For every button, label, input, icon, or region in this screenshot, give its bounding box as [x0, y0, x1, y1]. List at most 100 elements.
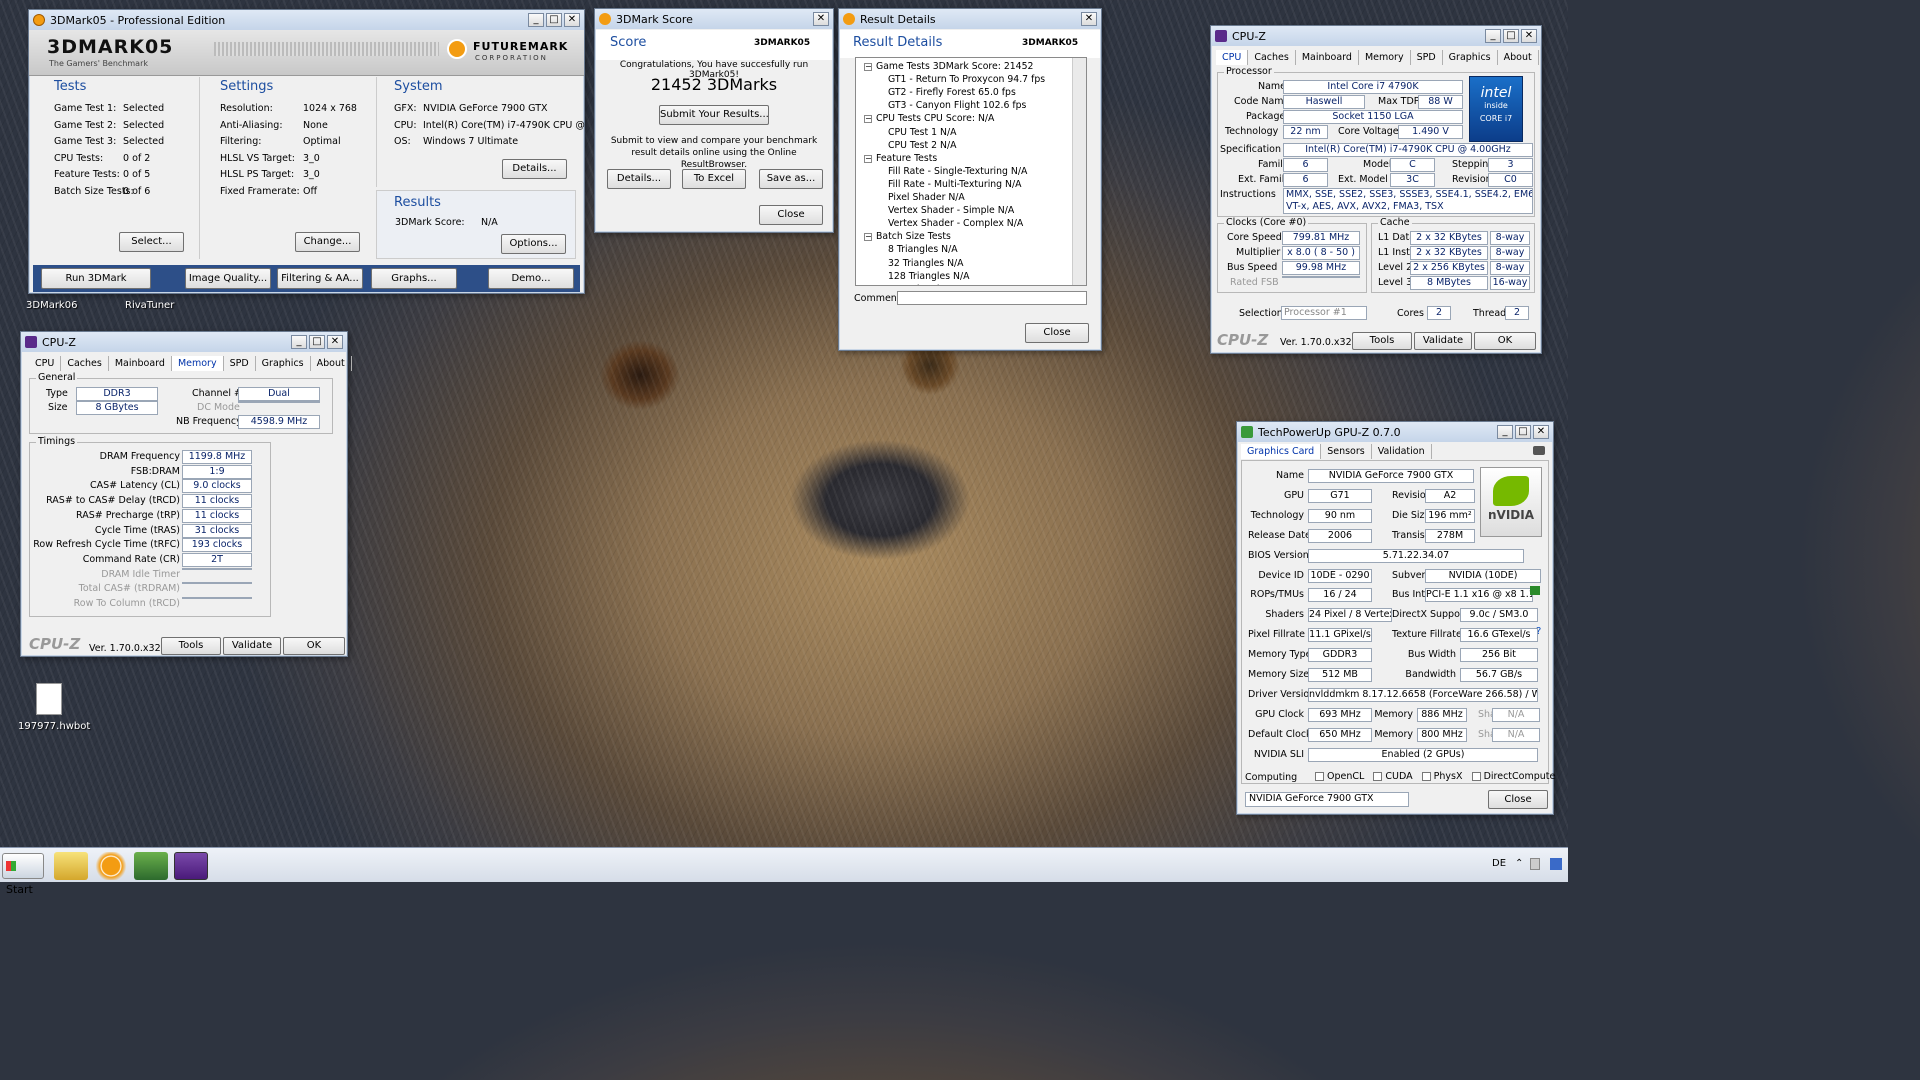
gpuz-close-button[interactable]: Close — [1488, 790, 1548, 809]
notification-icon[interactable] — [1550, 858, 1562, 870]
ok-button[interactable]: OK — [1474, 332, 1536, 350]
tab-graphics-card[interactable]: Graphics Card — [1241, 444, 1322, 459]
tab-mainboard[interactable]: Mainboard — [109, 356, 172, 371]
tree-node[interactable]: − Feature Tests — [864, 153, 937, 164]
tools-button[interactable]: Tools — [1352, 332, 1412, 350]
gpuz-taskbar-icon[interactable] — [134, 852, 168, 880]
tree-node[interactable]: 8 Triangles N/A — [888, 244, 958, 255]
minimize-button[interactable]: _ — [291, 335, 307, 349]
filtering-aa-button[interactable]: Filtering & AA... — [277, 268, 363, 289]
desktop-icon-hwbot[interactable]: 197977.hwbot — [18, 721, 90, 732]
titlebar[interactable]: TechPowerUp GPU-Z 0.7.0 _ □ ✕ — [1237, 422, 1553, 442]
camera-icon[interactable] — [1533, 446, 1545, 455]
tab-spd[interactable]: SPD — [1411, 50, 1443, 65]
validate-button[interactable]: Validate — [1414, 332, 1472, 350]
run-3dmark-button[interactable]: Run 3DMark — [41, 268, 151, 289]
tab-spd[interactable]: SPD — [224, 356, 256, 371]
tab-memory[interactable]: Memory — [1359, 50, 1411, 65]
graphs-button[interactable]: Graphs... — [371, 268, 457, 289]
bios-save-icon[interactable] — [1530, 586, 1540, 595]
tab-sensors[interactable]: Sensors — [1321, 444, 1372, 459]
titlebar[interactable]: Result Details ✕ — [839, 9, 1101, 29]
close-button[interactable]: ✕ — [1081, 12, 1097, 26]
cuda-checkbox[interactable]: CUDA — [1373, 771, 1413, 782]
start-button[interactable]: Start — [2, 853, 44, 896]
selection-dropdown[interactable]: Processor #1 — [1281, 306, 1367, 320]
tree-node[interactable]: CPU Test 1 N/A — [888, 127, 956, 138]
cpuz-taskbar-icon[interactable] — [174, 852, 208, 880]
titlebar[interactable]: CPU-Z _ □ ✕ — [1211, 26, 1541, 46]
save-as-button[interactable]: Save as... — [759, 169, 823, 189]
comment-input[interactable] — [897, 291, 1087, 305]
tree-node[interactable]: GT2 - Firefly Forest 65.0 fps — [888, 87, 1016, 98]
tab-caches[interactable]: Caches — [1248, 50, 1296, 65]
tree-node[interactable]: GT1 - Return To Proxycon 94.7 fps — [888, 74, 1045, 85]
expand-icon[interactable]: − — [864, 115, 872, 124]
3dmark-taskbar-icon[interactable] — [94, 852, 128, 880]
expand-icon[interactable]: − — [864, 233, 872, 242]
close-button[interactable]: ✕ — [564, 13, 580, 27]
tree-node[interactable]: 32 Triangles N/A — [888, 258, 964, 269]
maximize-button[interactable]: □ — [309, 335, 325, 349]
validate-button[interactable]: Validate — [223, 637, 281, 655]
opencl-checkbox[interactable]: OpenCL — [1315, 771, 1364, 782]
expand-icon[interactable]: − — [864, 63, 872, 71]
tree-node[interactable]: Pixel Shader N/A — [888, 192, 965, 203]
desktop-icon-3dmark06[interactable]: 3DMark06 — [26, 300, 77, 311]
tab-cpu[interactable]: CPU — [29, 356, 62, 371]
directcompute-checkbox[interactable]: DirectCompute — [1471, 771, 1555, 782]
minimize-button[interactable]: _ — [528, 13, 544, 27]
network-icon[interactable] — [1530, 858, 1540, 870]
tree-node[interactable]: − CPU Tests CPU Score: N/A — [864, 113, 994, 124]
tab-mainboard[interactable]: Mainboard — [1296, 50, 1359, 65]
tree-node[interactable]: CPU Test 2 N/A — [888, 140, 956, 151]
tab-validation[interactable]: Validation — [1372, 444, 1432, 459]
desktop-icon-rivatuner[interactable]: RivaTuner — [125, 300, 174, 311]
maximize-button[interactable]: □ — [1503, 29, 1519, 43]
titlebar[interactable]: 3DMark Score ✕ — [595, 9, 833, 29]
maximize-button[interactable]: □ — [546, 13, 562, 27]
demo-button[interactable]: Demo... — [488, 268, 574, 289]
tab-graphics[interactable]: Graphics — [1443, 50, 1498, 65]
minimize-button[interactable]: _ — [1497, 425, 1513, 439]
details-button[interactable]: Details... — [502, 159, 567, 179]
options-button[interactable]: Options... — [501, 234, 566, 254]
tree-node[interactable]: 128 Triangles N/A — [888, 271, 969, 282]
tree-node[interactable]: − Batch Size Tests — [864, 231, 951, 242]
image-quality-button[interactable]: Image Quality... — [185, 268, 271, 289]
tab-memory[interactable]: Memory — [171, 356, 224, 371]
result-close-button[interactable]: Close — [1025, 323, 1089, 343]
submit-results-button[interactable]: Submit Your Results... — [659, 105, 769, 125]
explorer-taskbar-icon[interactable] — [54, 852, 88, 880]
tree-node[interactable]: Vertex Shader - Simple N/A — [888, 205, 1014, 216]
to-excel-button[interactable]: To Excel — [682, 169, 746, 189]
tree-scrollbar[interactable] — [1072, 58, 1086, 285]
close-button[interactable]: ✕ — [813, 12, 829, 26]
tab-about[interactable]: About — [311, 356, 352, 371]
tab-about[interactable]: About — [1498, 50, 1539, 65]
score-close-button[interactable]: Close — [759, 205, 823, 225]
help-icon[interactable]: ? — [1536, 626, 1541, 637]
tree-node[interactable]: − Game Tests 3DMark Score: 21452 — [864, 61, 1033, 72]
expand-icon[interactable]: − — [864, 154, 872, 163]
gpu-select-dropdown[interactable]: NVIDIA GeForce 7900 GTX — [1245, 792, 1409, 807]
tree-node[interactable]: 512 Triangles N/A — [888, 284, 969, 285]
change-button[interactable]: Change... — [295, 232, 360, 252]
tab-cpu[interactable]: CPU — [1216, 50, 1249, 65]
select-button[interactable]: Select... — [119, 232, 184, 252]
score-details-button[interactable]: Details... — [607, 169, 671, 189]
language-indicator[interactable]: DE — [1492, 858, 1506, 869]
titlebar[interactable]: 3DMark05 - Professional Edition _ □ ✕ — [29, 10, 584, 30]
maximize-button[interactable]: □ — [1515, 425, 1531, 439]
chevron-up-icon[interactable]: ⌃ — [1515, 858, 1523, 869]
close-button[interactable]: ✕ — [1521, 29, 1537, 43]
physx-checkbox[interactable]: PhysX — [1421, 771, 1463, 782]
tab-graphics[interactable]: Graphics — [256, 356, 311, 371]
result-tree[interactable]: − Game Tests 3DMark Score: 21452 GT1 - Ret… — [855, 57, 1087, 286]
tree-node[interactable]: GT3 - Canyon Flight 102.6 fps — [888, 100, 1026, 111]
minimize-button[interactable]: _ — [1485, 29, 1501, 43]
ok-button[interactable]: OK — [283, 637, 345, 655]
tree-node[interactable]: Vertex Shader - Complex N/A — [888, 218, 1023, 229]
tree-node[interactable]: Fill Rate - Single-Texturing N/A — [888, 166, 1027, 177]
titlebar[interactable]: CPU-Z _ □ ✕ — [21, 332, 347, 352]
